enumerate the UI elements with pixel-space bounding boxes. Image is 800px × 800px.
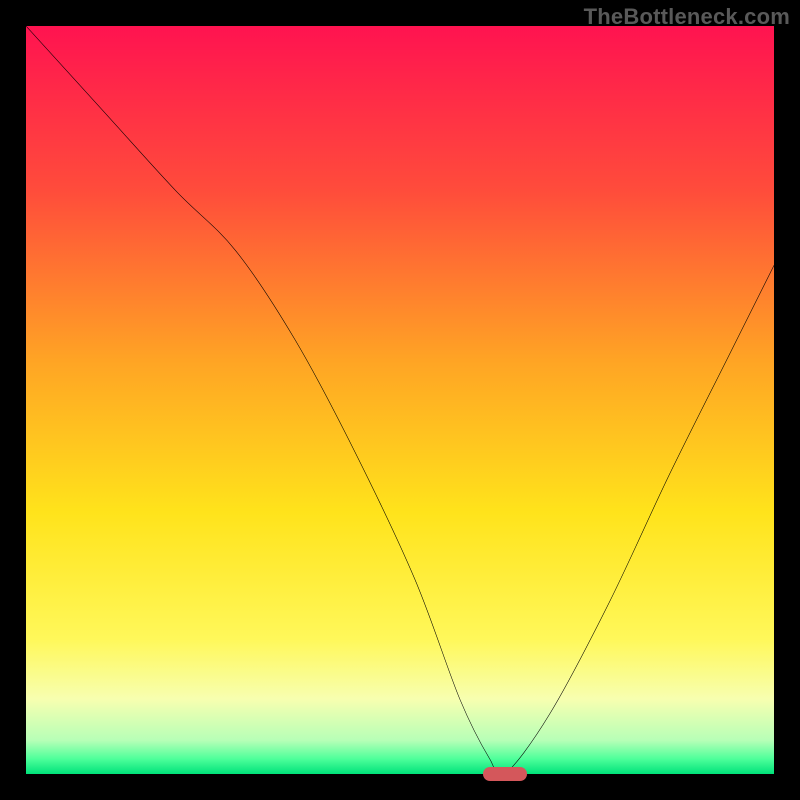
minimum-marker (483, 767, 527, 781)
watermark-text: TheBottleneck.com (584, 4, 790, 30)
chart-plot-area (26, 26, 774, 774)
bottleneck-curve (26, 26, 774, 774)
